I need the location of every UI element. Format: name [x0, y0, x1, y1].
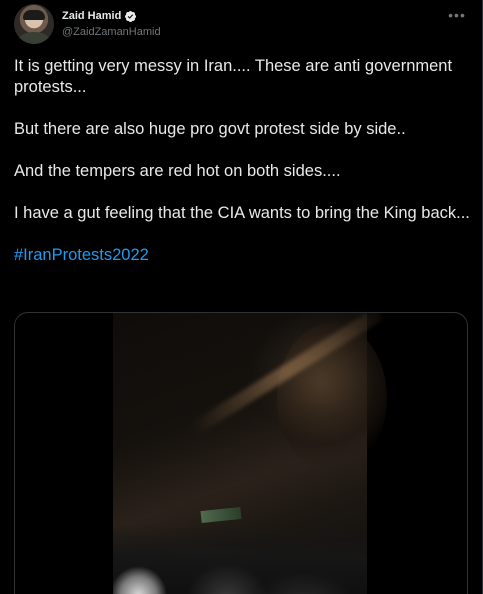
media-card[interactable] [14, 312, 468, 594]
author-handle[interactable]: @ZaidZamanHamid [62, 26, 161, 38]
author-names: Zaid Hamid @ZaidZamanHamid [62, 8, 161, 38]
tweet-container: Zaid Hamid @ZaidZamanHamid ••• It is get… [0, 0, 483, 594]
display-name-row: Zaid Hamid [62, 8, 161, 24]
video-scene-crowd [113, 523, 367, 594]
more-options-icon[interactable]: ••• [446, 4, 468, 26]
hashtag-link[interactable]: #IranProtests2022 [14, 246, 149, 264]
tweet-paragraph: I have a gut feeling that the CIA wants … [14, 204, 470, 222]
hashtag-paragraph: #IranProtests2022 [14, 245, 474, 266]
video-scene-flag [200, 506, 242, 524]
author-display-name[interactable]: Zaid Hamid [62, 10, 121, 22]
tweet-paragraph: It is getting very messy in Iran.... The… [14, 57, 457, 96]
avatar[interactable] [14, 4, 54, 44]
verified-badge-icon [125, 10, 137, 22]
avatar-body [18, 32, 50, 44]
tweet-paragraph: And the tempers are red hot on both side… [14, 162, 341, 180]
video-thumbnail[interactable] [113, 313, 387, 594]
tweet-text: It is getting very messy in Iran.... The… [14, 56, 474, 287]
avatar-cap [23, 10, 45, 20]
tweet-header: Zaid Hamid @ZaidZamanHamid ••• [14, 4, 468, 44]
tweet-paragraph: But there are also huge pro govt protest… [14, 120, 406, 138]
